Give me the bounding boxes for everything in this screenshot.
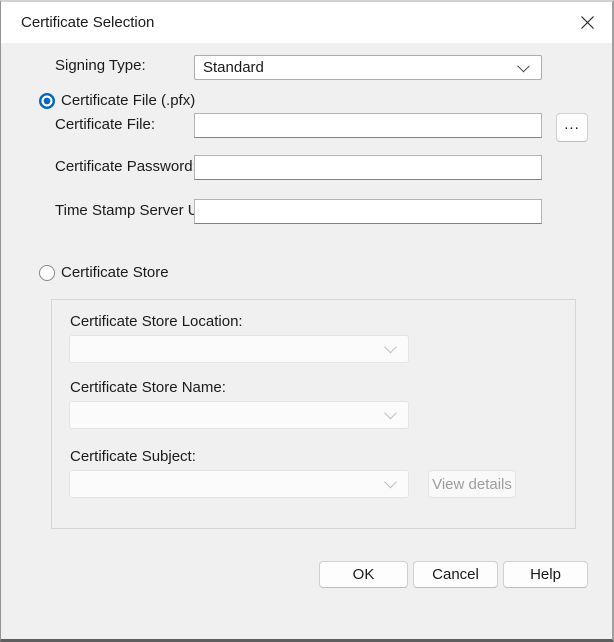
certificate-password-label: Certificate Password: (55, 158, 197, 176)
chevron-down-icon (517, 59, 530, 72)
view-details-button[interactable]: View details (428, 470, 516, 498)
close-button[interactable] (570, 7, 604, 37)
store-name-label: Certificate Store Name: (70, 379, 226, 397)
cancel-button[interactable]: Cancel (413, 561, 498, 588)
ok-button[interactable]: OK (319, 561, 408, 588)
certificate-password-input[interactable] (194, 155, 542, 180)
certificate-file-input[interactable] (194, 113, 542, 138)
chevron-down-icon (384, 341, 397, 354)
store-location-select[interactable] (69, 335, 409, 363)
certificate-store-radio-label: Certificate Store (61, 264, 169, 281)
certificate-store-radio[interactable]: Certificate Store (39, 264, 169, 281)
time-stamp-server-url-input[interactable] (194, 199, 542, 224)
certificate-file-radio-label: Certificate File (.pfx) (61, 92, 195, 109)
help-button[interactable]: Help (503, 561, 588, 588)
dialog-title: Certificate Selection (21, 14, 154, 31)
store-location-label: Certificate Store Location: (70, 313, 243, 331)
chevron-down-icon (384, 407, 397, 420)
signing-type-value: Standard (203, 59, 264, 76)
certificate-selection-dialog: Certificate Selection Signing Type: Stan… (0, 0, 614, 642)
radio-selected-icon (39, 93, 55, 109)
chevron-down-icon (384, 476, 397, 489)
store-name-select[interactable] (69, 401, 409, 429)
close-icon (580, 15, 595, 30)
certificate-subject-select[interactable] (69, 470, 409, 498)
signing-type-label: Signing Type: (55, 57, 146, 75)
signing-type-select[interactable]: Standard (194, 55, 542, 80)
browse-button[interactable]: ... (556, 113, 588, 142)
certificate-file-label: Certificate File: (55, 116, 155, 134)
radio-icon (39, 265, 55, 281)
titlebar: Certificate Selection (1, 2, 612, 43)
certificate-subject-label: Certificate Subject: (70, 448, 196, 466)
certificate-file-radio[interactable]: Certificate File (.pfx) (39, 92, 195, 109)
